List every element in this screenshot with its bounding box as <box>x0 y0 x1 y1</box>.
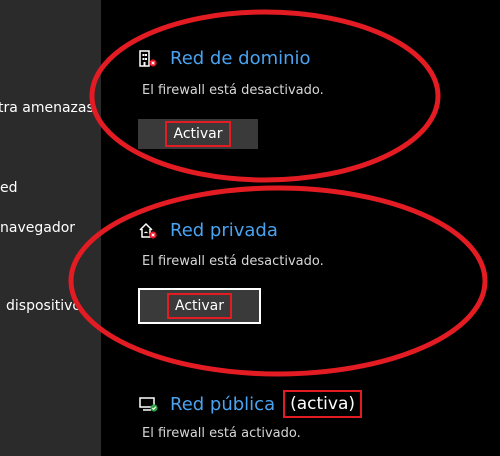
public-network-title[interactable]: Red pública (activa) <box>138 390 363 418</box>
firewall-settings-screen: tra amenazas ed navegador dispositivo Re… <box>0 0 500 456</box>
domain-network-name: Red de dominio <box>170 48 311 69</box>
domain-firewall-status: El firewall está desactivado. <box>142 83 324 98</box>
public-firewall-status: El firewall está activado. <box>142 426 301 441</box>
domain-network-title[interactable]: Red de dominio <box>138 48 311 69</box>
sidebar-item-device[interactable]: dispositivo <box>6 298 81 314</box>
public-network-name: Red pública <box>170 393 276 415</box>
sidebar-item-network[interactable]: ed <box>0 180 18 196</box>
private-activate-button[interactable]: Activar <box>138 288 261 324</box>
private-firewall-status: El firewall está desactivado. <box>142 254 324 269</box>
active-network-tag: (activa) <box>283 390 363 418</box>
private-activate-label: Activar <box>166 293 233 319</box>
private-network-icon <box>138 221 160 241</box>
sidebar-item-browser[interactable]: navegador <box>0 220 75 236</box>
sidebar-item-threat-protection[interactable]: tra amenazas <box>0 100 94 116</box>
public-network-icon <box>138 394 160 414</box>
private-network-name: Red privada <box>170 220 278 241</box>
domain-network-icon <box>138 49 160 69</box>
private-annotation-oval <box>68 185 488 377</box>
sidebar: tra amenazas ed navegador dispositivo <box>0 0 101 456</box>
private-network-title[interactable]: Red privada <box>138 220 278 241</box>
domain-activate-button[interactable]: Activar <box>138 119 258 149</box>
domain-activate-label: Activar <box>165 121 231 147</box>
